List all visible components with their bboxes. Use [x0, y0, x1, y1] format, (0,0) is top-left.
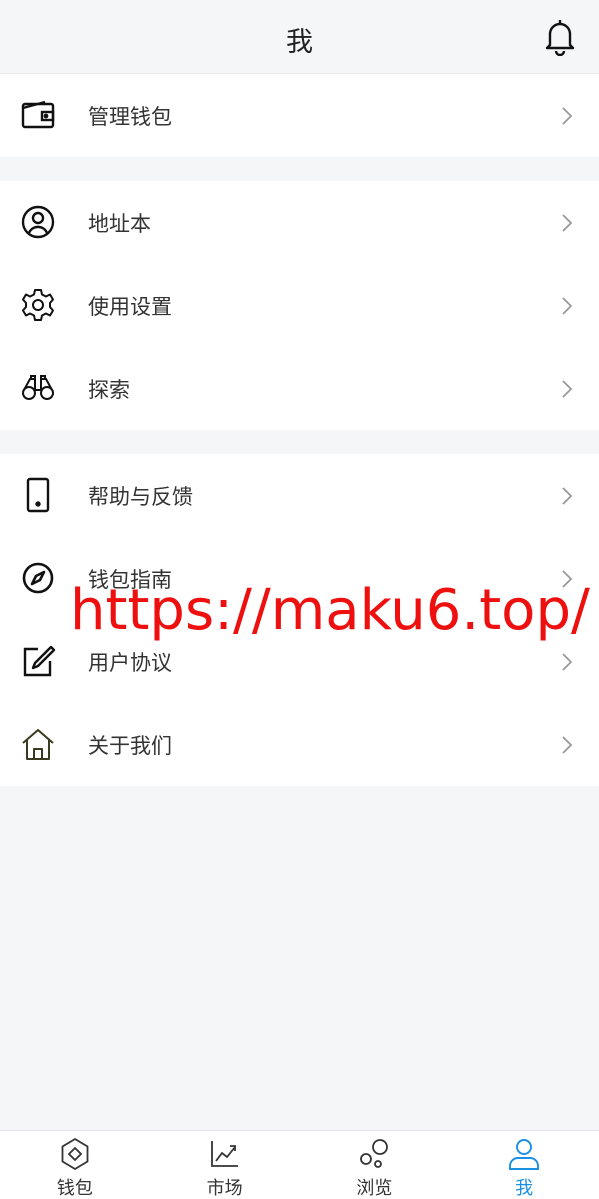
tab-wallet[interactable]: 钱包 [0, 1131, 150, 1199]
phone-icon [26, 477, 50, 513]
menu-item-about-us[interactable]: 关于我们 [0, 703, 599, 786]
chart-icon [210, 1141, 238, 1167]
wallet-icon [21, 100, 55, 129]
menu-item-label: 用户协议 [88, 651, 172, 675]
compass-icon [22, 562, 54, 594]
chevron-right-icon [562, 736, 573, 754]
bubbles-icon [360, 1139, 389, 1168]
tab-label: 钱包 [56, 1178, 93, 1199]
tab-label: 市场 [206, 1178, 243, 1199]
menu-item-label: 使用设置 [88, 295, 172, 319]
menu-item-label: 关于我们 [88, 734, 172, 758]
gear-icon [22, 289, 54, 321]
bell-icon[interactable] [543, 16, 577, 56]
menu-item-label: 管理钱包 [88, 105, 172, 129]
wallet-tab-icon [61, 1137, 89, 1171]
tab-label: 浏览 [356, 1178, 393, 1199]
tab-browse[interactable]: 浏览 [300, 1131, 450, 1199]
top-bar: 我 [0, 0, 599, 74]
tab-market[interactable]: 市场 [150, 1131, 300, 1199]
menu-group-wallet: 管理钱包 [0, 74, 599, 157]
user-circle-icon [21, 205, 55, 239]
menu-item-manage-wallet[interactable]: 管理钱包 [0, 74, 599, 157]
chevron-right-icon [562, 487, 573, 505]
chevron-right-icon [562, 297, 573, 315]
menu-item-label: 地址本 [88, 212, 151, 236]
tab-label: 我 [515, 1178, 534, 1199]
person-icon [509, 1139, 540, 1170]
menu-item-label: 探索 [88, 378, 130, 402]
home-icon [22, 729, 54, 760]
chevron-right-icon [562, 214, 573, 232]
menu-item-explore[interactable]: 探索 [0, 347, 599, 430]
menu-item-help-feedback[interactable]: 帮助与反馈 [0, 454, 599, 537]
tab-me[interactable]: 我 [449, 1131, 599, 1199]
menu-item-usage-settings[interactable]: 使用设置 [0, 264, 599, 347]
menu-group-settings: 地址本 使用设置 探索 [0, 181, 599, 430]
page-title: 我 [286, 27, 313, 58]
menu-item-address-book[interactable]: 地址本 [0, 181, 599, 264]
binoculars-icon [22, 375, 54, 400]
menu-item-label: 帮助与反馈 [88, 485, 193, 509]
chevron-right-icon [562, 653, 573, 671]
watermark-url: https://maku6.top/ [70, 578, 590, 643]
chevron-right-icon [562, 380, 573, 398]
chevron-right-icon [562, 107, 573, 125]
bottom-tab-bar: 钱包 市场 浏览 我 [0, 1130, 599, 1199]
edit-icon [23, 645, 56, 677]
